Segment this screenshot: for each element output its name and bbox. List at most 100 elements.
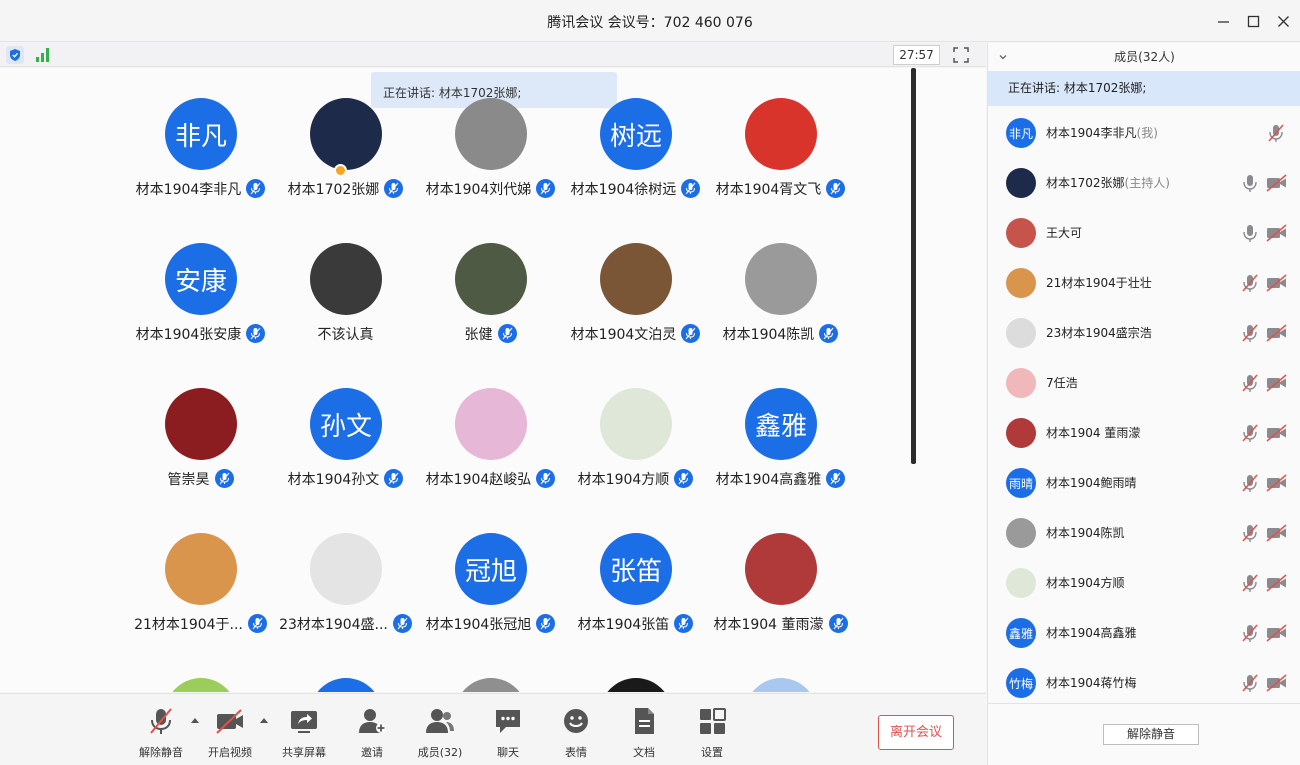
participant-tile[interactable]: 材本1904文泊灵	[563, 213, 708, 343]
member-name: 材本1904 董雨濛	[1046, 426, 1141, 440]
fullscreen-icon[interactable]	[953, 47, 969, 63]
member-row[interactable]: 王大可	[988, 208, 1300, 258]
participant-avatar-partial[interactable]	[455, 678, 527, 692]
member-name-row: 材本1904李非凡(我)	[1046, 124, 1158, 141]
invite-user-icon	[359, 709, 386, 733]
mic-muted-icon[interactable]	[1240, 423, 1260, 443]
camera-off-icon[interactable]	[1266, 574, 1288, 592]
participant-tile[interactable]: 21材本1904于...	[128, 503, 273, 633]
mic-status-icon	[384, 469, 404, 488]
share-screen-button[interactable]: 共享屏幕	[274, 706, 334, 762]
documents-button[interactable]: 文档	[614, 706, 674, 762]
camera-off-icon[interactable]	[1266, 274, 1288, 292]
participant-tile[interactable]: 23材本1904盛...	[273, 503, 418, 633]
mic-muted-icon[interactable]	[1240, 523, 1260, 543]
member-avatar	[1006, 368, 1036, 398]
members-panel-header[interactable]: 成员(32人)	[988, 43, 1300, 71]
mic-muted-icon[interactable]	[1240, 623, 1260, 643]
security-shield-icon[interactable]	[6, 46, 24, 64]
start-video-button[interactable]: 开启视频	[200, 706, 260, 762]
participant-tile[interactable]: 管崇昊	[128, 358, 273, 488]
participant-avatar-partial[interactable]	[600, 678, 672, 692]
participant-name: 材本1904刘代娣	[425, 182, 532, 198]
member-row[interactable]: 23材本1904盛宗浩	[988, 308, 1300, 358]
member-name: 材本1904李非凡	[1046, 126, 1137, 140]
member-row[interactable]: 材本1702张娜(主持人)	[988, 158, 1300, 208]
camera-off-icon[interactable]	[1266, 624, 1288, 642]
participant-tile[interactable]: 张健	[418, 213, 563, 343]
participant-tile[interactable]: 孙文 材本1904孙文	[273, 358, 418, 488]
camera-off-icon[interactable]	[1266, 174, 1288, 192]
camera-off-icon[interactable]	[1266, 324, 1288, 342]
camera-off-icon[interactable]	[1266, 224, 1288, 242]
participant-tile[interactable]: 张笛 材本1904张笛	[563, 503, 708, 633]
member-row[interactable]: 非凡 材本1904李非凡(我)	[988, 108, 1300, 158]
member-row[interactable]: 鑫雅 材本1904高鑫雅	[988, 608, 1300, 658]
camera-off-icon[interactable]	[1266, 524, 1288, 542]
mic-muted-icon[interactable]	[1240, 273, 1260, 293]
participant-tile[interactable]: 冠旭 材本1904张冠旭	[418, 503, 563, 633]
member-row[interactable]: 7任浩	[988, 358, 1300, 408]
network-signal-icon[interactable]	[34, 47, 52, 63]
chat-button[interactable]: 聊天	[478, 706, 538, 762]
mic-muted-icon[interactable]	[1240, 373, 1260, 393]
maximize-button[interactable]	[1242, 10, 1264, 32]
participant-tile[interactable]: 材本1702张娜	[273, 68, 418, 198]
participant-avatar	[600, 243, 672, 315]
video-options-caret-icon[interactable]	[259, 716, 269, 724]
member-row[interactable]: 21材本1904于壮壮	[988, 258, 1300, 308]
mic-muted-icon[interactable]	[1240, 323, 1260, 343]
participant-tile[interactable]: 材本1904 董雨濛	[708, 503, 853, 633]
minimize-button[interactable]	[1212, 10, 1234, 32]
participant-tile[interactable]: 不该认真	[273, 213, 418, 343]
participant-name-row: 材本1904文泊灵	[563, 324, 708, 344]
title-bar: 腾讯会议 会议号：702 460 076	[0, 0, 1300, 42]
member-row[interactable]: 材本1904陈凯	[988, 508, 1300, 558]
participant-name: 材本1904高鑫雅	[715, 472, 822, 488]
participant-name-row: 材本1702张娜	[273, 179, 418, 199]
mic-muted-icon[interactable]	[1240, 573, 1260, 593]
audio-options-caret-icon[interactable]	[190, 716, 200, 724]
close-window-button[interactable]	[1272, 10, 1294, 32]
grid-scrollbar[interactable]	[911, 68, 916, 464]
invite-button[interactable]: 邀请	[342, 706, 402, 762]
camera-off-icon[interactable]	[1266, 474, 1288, 492]
participant-tile[interactable]: 材本1904方顺	[563, 358, 708, 488]
chevron-down-icon[interactable]	[998, 52, 1008, 62]
camera-off-icon[interactable]	[1266, 424, 1288, 442]
member-row[interactable]: 竹梅 材本1904蒋竹梅	[988, 658, 1300, 702]
unmute-self-button[interactable]: 解除静音	[1103, 724, 1199, 745]
participant-tile[interactable]: 材本1904胥文飞	[708, 68, 853, 198]
participant-tile[interactable]: 鑫雅 材本1904高鑫雅	[708, 358, 853, 488]
mic-icon[interactable]	[1240, 223, 1260, 243]
members-button[interactable]: 成员(32)	[410, 706, 470, 762]
mic-status-icon	[497, 324, 517, 343]
participant-tile[interactable]: 材本1904刘代娣	[418, 68, 563, 198]
camera-off-icon[interactable]	[1266, 374, 1288, 392]
mic-muted-icon[interactable]	[1240, 473, 1260, 493]
unmute-button[interactable]: 解除静音	[131, 706, 191, 762]
participant-avatar-partial[interactable]	[310, 678, 382, 692]
member-name: 材本1904鲍雨晴	[1046, 476, 1137, 490]
emoji-button[interactable]: 表情	[546, 706, 606, 762]
participant-tile[interactable]: 树远 材本1904徐树远	[563, 68, 708, 198]
participant-tile[interactable]: 材本1904陈凯	[708, 213, 853, 343]
participant-avatar-partial[interactable]	[165, 678, 237, 692]
participant-name-row: 张健	[418, 324, 563, 344]
settings-button[interactable]: 设置	[682, 706, 742, 762]
participant-tile[interactable]: 材本1904赵峻弘	[418, 358, 563, 488]
mic-muted-icon[interactable]	[1266, 123, 1286, 143]
member-row[interactable]: 材本1904方顺	[988, 558, 1300, 608]
mic-muted-icon[interactable]	[1240, 673, 1260, 693]
participant-name: 材本1904赵峻弘	[425, 472, 532, 488]
participant-avatar-partial[interactable]	[745, 678, 817, 692]
leave-meeting-button[interactable]: 离开会议	[878, 715, 954, 750]
participant-name-row: 管崇昊	[128, 469, 273, 489]
member-name-row: 23材本1904盛宗浩	[1046, 324, 1152, 341]
camera-off-icon[interactable]	[1266, 674, 1288, 692]
member-row[interactable]: 雨晴 材本1904鲍雨晴	[988, 458, 1300, 508]
participant-tile[interactable]: 安康 材本1904张安康	[128, 213, 273, 343]
participant-tile[interactable]: 非凡 材本1904李非凡	[128, 68, 273, 198]
member-row[interactable]: 材本1904 董雨濛	[988, 408, 1300, 458]
mic-icon[interactable]	[1240, 173, 1260, 193]
